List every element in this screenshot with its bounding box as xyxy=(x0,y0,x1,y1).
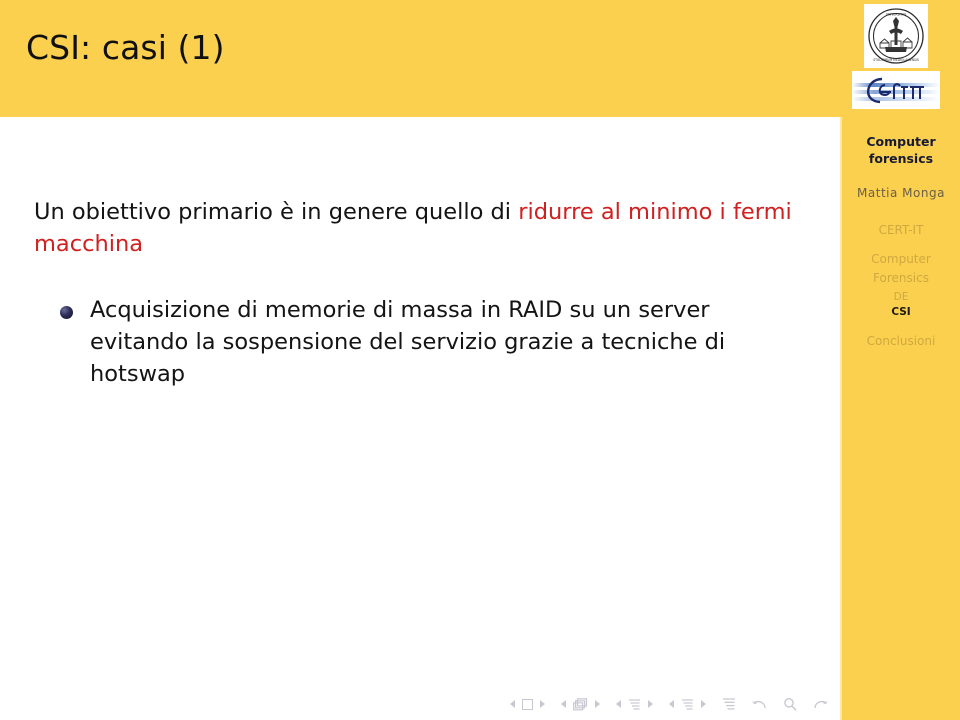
slide-body: Un obiettivo primario è in genere quello… xyxy=(0,117,838,720)
next-subsection-icon[interactable] xyxy=(648,700,653,708)
nav-group-subsection-frames xyxy=(561,697,600,711)
prev-section-icon[interactable] xyxy=(669,700,674,708)
forward-arrow-icon[interactable] xyxy=(813,697,828,711)
next-frame-icon[interactable] xyxy=(540,700,545,708)
next-section-icon[interactable] xyxy=(701,700,706,708)
prev-subsection-icon[interactable] xyxy=(616,700,621,708)
prev-subsection-frame-icon[interactable] xyxy=(561,700,566,708)
page-title: CSI: casi (1) xyxy=(26,28,225,67)
slide-frame-icon[interactable] xyxy=(522,698,533,710)
paragraph-text-normal: Un obiettivo primario è in genere quello… xyxy=(34,199,519,225)
sidebar-title-line-1: Computer xyxy=(866,134,936,149)
prev-frame-icon[interactable] xyxy=(510,700,515,708)
nav-group-subsection xyxy=(616,698,653,711)
beamer-navigation-bar xyxy=(0,688,838,720)
section-lines-icon[interactable] xyxy=(681,698,694,711)
sidebar-section-list: CERT-IT Computer Forensics DE CSI Conclu… xyxy=(842,222,960,351)
sidebar-navigation: Computer forensics Mattia Monga CERT-IT … xyxy=(840,117,960,720)
presentation-slide: CSI: casi (1) UNIVERSITAS STUDIORUM MEDI… xyxy=(0,0,960,720)
subsection-lines-icon[interactable] xyxy=(628,698,641,711)
slide-header-bar: CSI: casi (1) UNIVERSITAS STUDIORUM MEDI… xyxy=(0,0,960,117)
sidebar-presentation-title: Computer forensics xyxy=(842,133,960,168)
sidebar-item-de[interactable]: DE xyxy=(842,290,960,306)
universita-degli-studi-di-milano-seal-icon: UNIVERSITAS STUDIORUM MEDIOLANENSIS xyxy=(864,4,928,68)
sidebar-item-csi[interactable]: CSI xyxy=(842,305,960,321)
svg-text:UNIVERSITAS: UNIVERSITAS xyxy=(886,12,906,16)
next-subsection-frame-icon[interactable] xyxy=(595,700,600,708)
nav-group-section xyxy=(669,698,706,711)
svg-text:STUDIORUM MEDIOLANENSIS: STUDIORUM MEDIOLANENSIS xyxy=(873,58,919,62)
logo-group: UNIVERSITAS STUDIORUM MEDIOLANENSIS xyxy=(850,4,942,109)
sidebar-item-computer[interactable]: Computer xyxy=(842,251,960,268)
cert-it-logo-icon xyxy=(852,71,940,109)
sidebar-item-cert-it[interactable]: CERT-IT xyxy=(842,222,960,239)
sidebar-author: Mattia Monga xyxy=(857,185,945,200)
sidebar-item-conclusioni[interactable]: Conclusioni xyxy=(842,333,960,350)
intro-paragraph: Un obiettivo primario è in genere quello… xyxy=(34,197,794,261)
bullet-ball-icon xyxy=(60,306,73,319)
sidebar-title-line-2: forensics xyxy=(868,151,934,167)
list-item: Acquisizione di memorie di massa in RAID… xyxy=(56,295,796,391)
list-item-label: Acquisizione di memorie di massa in RAID… xyxy=(90,297,726,387)
stacked-frames-icon[interactable] xyxy=(573,697,588,711)
bullet-list: Acquisizione di memorie di massa in RAID… xyxy=(56,295,796,391)
sidebar-item-forensics[interactable]: Forensics xyxy=(842,270,960,287)
nav-group-frame xyxy=(510,698,545,710)
back-arrow-icon[interactable] xyxy=(752,697,767,711)
document-lines-icon[interactable] xyxy=(722,697,736,711)
search-icon[interactable] xyxy=(783,697,797,711)
